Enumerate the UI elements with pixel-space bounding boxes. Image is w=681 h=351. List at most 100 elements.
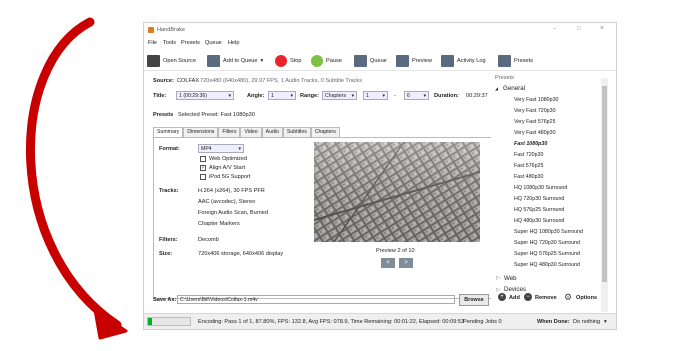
- duration-value: 00:29:37: [466, 93, 488, 99]
- preset-item[interactable]: Super HQ 576p25 Surround: [514, 251, 580, 257]
- collapsed-arrow-icon[interactable]: ▷: [496, 275, 500, 281]
- scrollbar-thumb[interactable]: [602, 86, 607, 282]
- preset-item[interactable]: Super HQ 1080p30 Surround: [514, 229, 583, 235]
- chevron-down-icon: ▾: [228, 93, 231, 99]
- preset-item[interactable]: Very Fast 720p30: [514, 108, 556, 114]
- collapsed-arrow-icon[interactable]: ▷: [496, 287, 500, 292]
- activity-log-button[interactable]: Activity Log: [441, 54, 486, 67]
- align-av-start-checkbox[interactable]: ✓: [200, 165, 206, 171]
- tab-chapters[interactable]: Chapters: [310, 127, 340, 137]
- track-item: Foreign Audio Scan, Burned: [198, 210, 268, 216]
- preview-image: [314, 142, 480, 242]
- when-done-select[interactable]: Do nothing: [573, 319, 600, 325]
- add-to-queue-button[interactable]: Add to Queue ▾: [207, 54, 263, 67]
- next-preview-button[interactable]: >: [399, 258, 413, 268]
- web-optimized-checkbox[interactable]: [200, 156, 206, 162]
- presets-panel-title: Presets: [495, 75, 514, 81]
- tab-dimensions[interactable]: Dimensions: [183, 127, 219, 137]
- add-preset-button[interactable]: Add: [509, 295, 520, 301]
- gear-icon[interactable]: ⚙: [564, 293, 572, 302]
- preset-item[interactable]: Super HQ 480p30 Surround: [514, 262, 580, 268]
- pending-jobs-text: Pending Jobs 0: [463, 319, 502, 325]
- source-info: 720x480 (640x480), 29.97 FPS, 1 Audio Tr…: [200, 78, 362, 84]
- range-start-value: 1: [366, 93, 369, 99]
- options-button[interactable]: Options: [576, 295, 597, 301]
- preset-item[interactable]: Fast 576p25: [514, 163, 543, 169]
- toolbar: Open Source Add to Queue ▾ Stop Pause Qu…: [144, 51, 616, 71]
- preset-item[interactable]: Very Fast 1080p30: [514, 97, 558, 103]
- format-label: Format:: [159, 146, 180, 152]
- preset-group-general[interactable]: General: [503, 85, 525, 92]
- stop-button[interactable]: Stop: [275, 54, 302, 67]
- presets-tree: ◢ General Very Fast 1080p30 Very Fast 72…: [491, 84, 603, 314]
- range-end-select[interactable]: 6 ▾: [404, 91, 429, 100]
- range-start-select[interactable]: 1 ▾: [363, 91, 388, 100]
- queue-button[interactable]: Queue: [354, 54, 387, 67]
- add-icon[interactable]: +: [498, 293, 506, 301]
- range-end-value: 6: [407, 93, 410, 99]
- range-type-select[interactable]: Chapters ▾: [322, 91, 357, 100]
- format-select[interactable]: MP4 ▾: [198, 144, 244, 153]
- preset-item[interactable]: HQ 720p30 Surround: [514, 196, 564, 202]
- preset-item[interactable]: Very Fast 576p25: [514, 119, 556, 125]
- preset-item[interactable]: Fast 480p30: [514, 174, 543, 180]
- close-button[interactable]: ×: [600, 25, 604, 32]
- minimize-button[interactable]: –: [553, 26, 556, 32]
- summary-panel: Format: MP4 ▾ Web Optimized ✓ Align A/V …: [153, 137, 492, 299]
- duration-label: Duration:: [434, 93, 459, 99]
- angle-select-value: 1: [271, 93, 274, 99]
- chevron-down-icon: ▾: [351, 93, 354, 99]
- handbrake-window: HandBrake – □ × File Tools Presets Queue…: [143, 22, 617, 330]
- preset-item[interactable]: Very Fast 480p30: [514, 130, 556, 136]
- encoding-status-text: Encoding: Pass 1 of 1, 87.80%, FPS: 132.…: [198, 319, 465, 325]
- remove-preset-button[interactable]: Remove: [535, 295, 557, 301]
- tab-filters[interactable]: Filters: [218, 127, 241, 137]
- presets-toolbar-button[interactable]: Presets: [498, 54, 533, 67]
- prev-preview-button[interactable]: <: [381, 258, 395, 268]
- angle-select[interactable]: 1 ▾: [268, 91, 296, 100]
- menu-help[interactable]: Help: [228, 40, 240, 46]
- open-source-button[interactable]: Open Source: [147, 54, 196, 67]
- title-bar: HandBrake – □ ×: [144, 23, 616, 37]
- add-to-queue-dropdown-icon[interactable]: ▾: [261, 58, 264, 64]
- tab-subtitles[interactable]: Subtitles: [282, 127, 311, 137]
- preset-item[interactable]: HQ 480p30 Surround: [514, 218, 564, 224]
- menu-presets[interactable]: Presets: [181, 40, 200, 46]
- selected-preset-text: Selected Preset: Fast 1080p30: [178, 112, 255, 118]
- when-done-label: When Done:: [537, 319, 570, 325]
- menu-tools[interactable]: Tools: [163, 40, 176, 46]
- preset-item[interactable]: Super HQ 720p30 Surround: [514, 240, 580, 246]
- maximize-button[interactable]: □: [577, 26, 580, 32]
- preset-item[interactable]: HQ 576p25 Surround: [514, 207, 564, 213]
- track-item: H.264 (x264), 30 FPS PFR: [198, 188, 265, 194]
- clapperboard-icon: [147, 54, 160, 67]
- preview-caption: Preview 2 of 10: [376, 248, 415, 254]
- web-optimized-label: Web Optimized: [209, 156, 248, 162]
- preset-item[interactable]: Fast 720p30: [514, 152, 543, 158]
- save-path-input[interactable]: C:\Users\Bill\Videos\Colfax-1.m4v: [177, 295, 455, 304]
- title-select[interactable]: 1 (00:29:36) ▾: [176, 91, 234, 100]
- chevron-down-icon[interactable]: ▾: [604, 319, 607, 325]
- expanded-arrow-icon[interactable]: ◢: [495, 86, 498, 91]
- angle-label: Angle:: [247, 93, 265, 99]
- pause-button[interactable]: Pause: [311, 54, 342, 67]
- menu-queue[interactable]: Queue: [205, 40, 222, 46]
- menu-file[interactable]: File: [148, 40, 157, 46]
- presets-scrollbar[interactable]: [601, 78, 608, 312]
- preset-item-selected[interactable]: Fast 1080p30: [514, 141, 547, 147]
- preview-button[interactable]: Preview: [396, 54, 432, 67]
- menu-bar: File Tools Presets Queue Help: [144, 39, 616, 48]
- ipod-5g-checkbox[interactable]: [200, 174, 206, 180]
- tab-video[interactable]: Video: [240, 127, 262, 137]
- remove-icon[interactable]: −: [524, 293, 532, 301]
- preset-group-web[interactable]: Web: [504, 275, 517, 282]
- track-item: Chapter Markers: [198, 221, 240, 227]
- range-dash: -: [394, 93, 396, 99]
- preset-item[interactable]: HQ 1080p30 Surround: [514, 185, 567, 191]
- browse-button[interactable]: Browse: [459, 294, 489, 306]
- open-source-label: Open Source: [163, 57, 196, 64]
- preview-icon: [396, 54, 409, 67]
- preview-label: Preview: [412, 57, 432, 64]
- preset-group-devices[interactable]: Devices: [504, 286, 526, 291]
- tab-audio[interactable]: Audio: [261, 127, 283, 137]
